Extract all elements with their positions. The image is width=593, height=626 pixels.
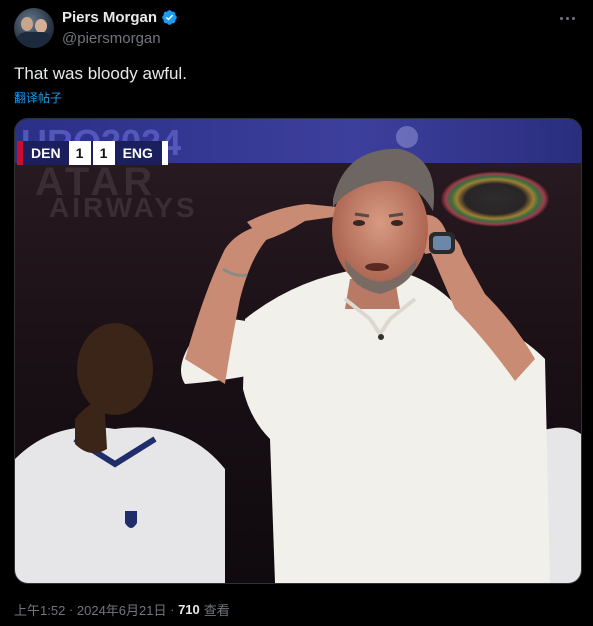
sponsor-text-2: AIRWAYS	[49, 192, 198, 223]
post-date[interactable]: 2024年6月21日	[77, 600, 167, 619]
avatar[interactable]	[14, 8, 54, 48]
view-count: 710	[178, 602, 200, 617]
verified-badge-icon	[162, 10, 177, 25]
away-team-label: ENG	[114, 141, 161, 165]
author-handle[interactable]: @piersmorgan	[62, 30, 161, 47]
post-time[interactable]: 上午1:52	[14, 600, 65, 619]
scoreboard-overlay: DEN 1 1 ENG	[17, 141, 168, 165]
translate-post-link[interactable]: 翻译帖子	[14, 89, 62, 106]
view-label: 查看	[203, 603, 230, 618]
eng-flag-icon	[160, 141, 168, 165]
home-team-label: DEN	[23, 141, 69, 165]
meta-separator: ·	[65, 602, 77, 617]
match-photo: URO2024 ATAR AIRWAYS	[15, 119, 581, 583]
meta-separator-2: ·	[166, 602, 179, 617]
author-name-row: Piers Morgan	[62, 9, 178, 26]
tweet-text: That was bloody awful.	[14, 64, 187, 83]
away-score: 1	[90, 141, 115, 165]
more-dots-icon[interactable]	[560, 12, 582, 24]
tweet-meta: 上午1:52 · 2024年6月21日 · 710 查看	[14, 600, 230, 619]
home-score: 1	[68, 141, 91, 165]
author-display-name[interactable]: Piers Morgan	[62, 9, 157, 26]
tweet-media-image[interactable]: URO2024 ATAR AIRWAYS	[14, 118, 582, 584]
tweet: Piers Morgan @piersmorgan That was blood…	[0, 0, 593, 626]
